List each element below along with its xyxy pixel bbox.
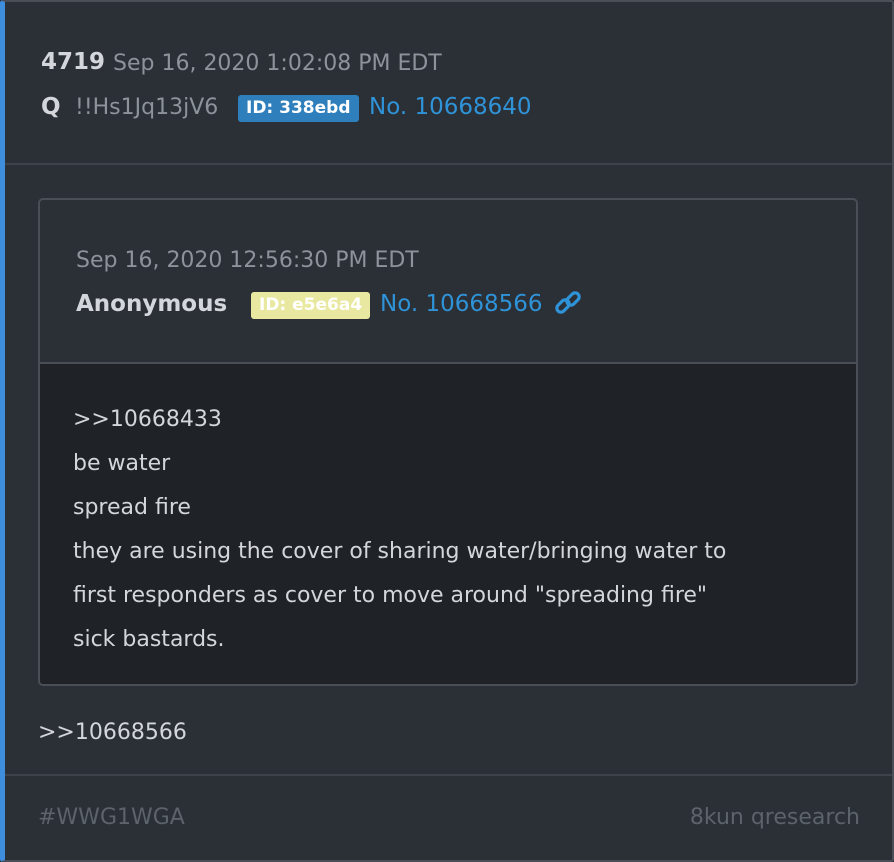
post-footer: #WWG1WGA 8kun qresearch: [5, 774, 892, 860]
reply-reference-link[interactable]: >>10668566: [38, 720, 187, 745]
quoted-post-body: >>10668433 be water spread fire they are…: [40, 364, 856, 684]
post-timestamp: Sep 16, 2020 1:02:08 PM EDT: [113, 51, 442, 76]
link-icon[interactable]: [553, 289, 583, 317]
post-header: 4719 Sep 16, 2020 1:02:08 PM EDT Q !!Hs1…: [5, 2, 892, 165]
post-number: 4719: [41, 49, 106, 75]
quoted-text-line: they are using the cover of sharing wate…: [73, 539, 727, 564]
author-tripcode: !!Hs1Jq13jV6: [75, 95, 219, 120]
quoted-post-text: >>10668433 be water spread fire they are…: [73, 398, 833, 662]
quoted-post-timestamp: Sep 16, 2020 12:56:30 PM EDT: [76, 248, 419, 273]
quoted-text-line: first responders as cover to move around…: [73, 583, 708, 608]
quoted-text-line: spread fire: [73, 495, 191, 520]
poster-id-badge: ID: 338ebd: [238, 95, 359, 122]
quoted-post-number-link[interactable]: No. 10668566: [380, 291, 543, 317]
post-number-link[interactable]: No. 10668640: [369, 94, 532, 120]
source-label: 8kun qresearch: [689, 805, 860, 830]
quoted-poster-id-badge: ID: e5e6a4: [251, 292, 371, 319]
post-card: 4719 Sep 16, 2020 1:02:08 PM EDT Q !!Hs1…: [0, 0, 894, 862]
quote-reference-link[interactable]: >>10668433: [73, 398, 833, 442]
author-name: Q: [41, 94, 61, 120]
quoted-post: Sep 16, 2020 12:56:30 PM EDT Anonymous I…: [38, 198, 858, 686]
quoted-author-name: Anonymous: [76, 291, 228, 317]
quoted-text-line: be water: [73, 451, 171, 476]
hashtag[interactable]: #WWG1WGA: [38, 805, 185, 830]
quoted-post-header: Sep 16, 2020 12:56:30 PM EDT Anonymous I…: [40, 200, 856, 364]
quoted-text-line: sick bastards.: [73, 627, 225, 652]
